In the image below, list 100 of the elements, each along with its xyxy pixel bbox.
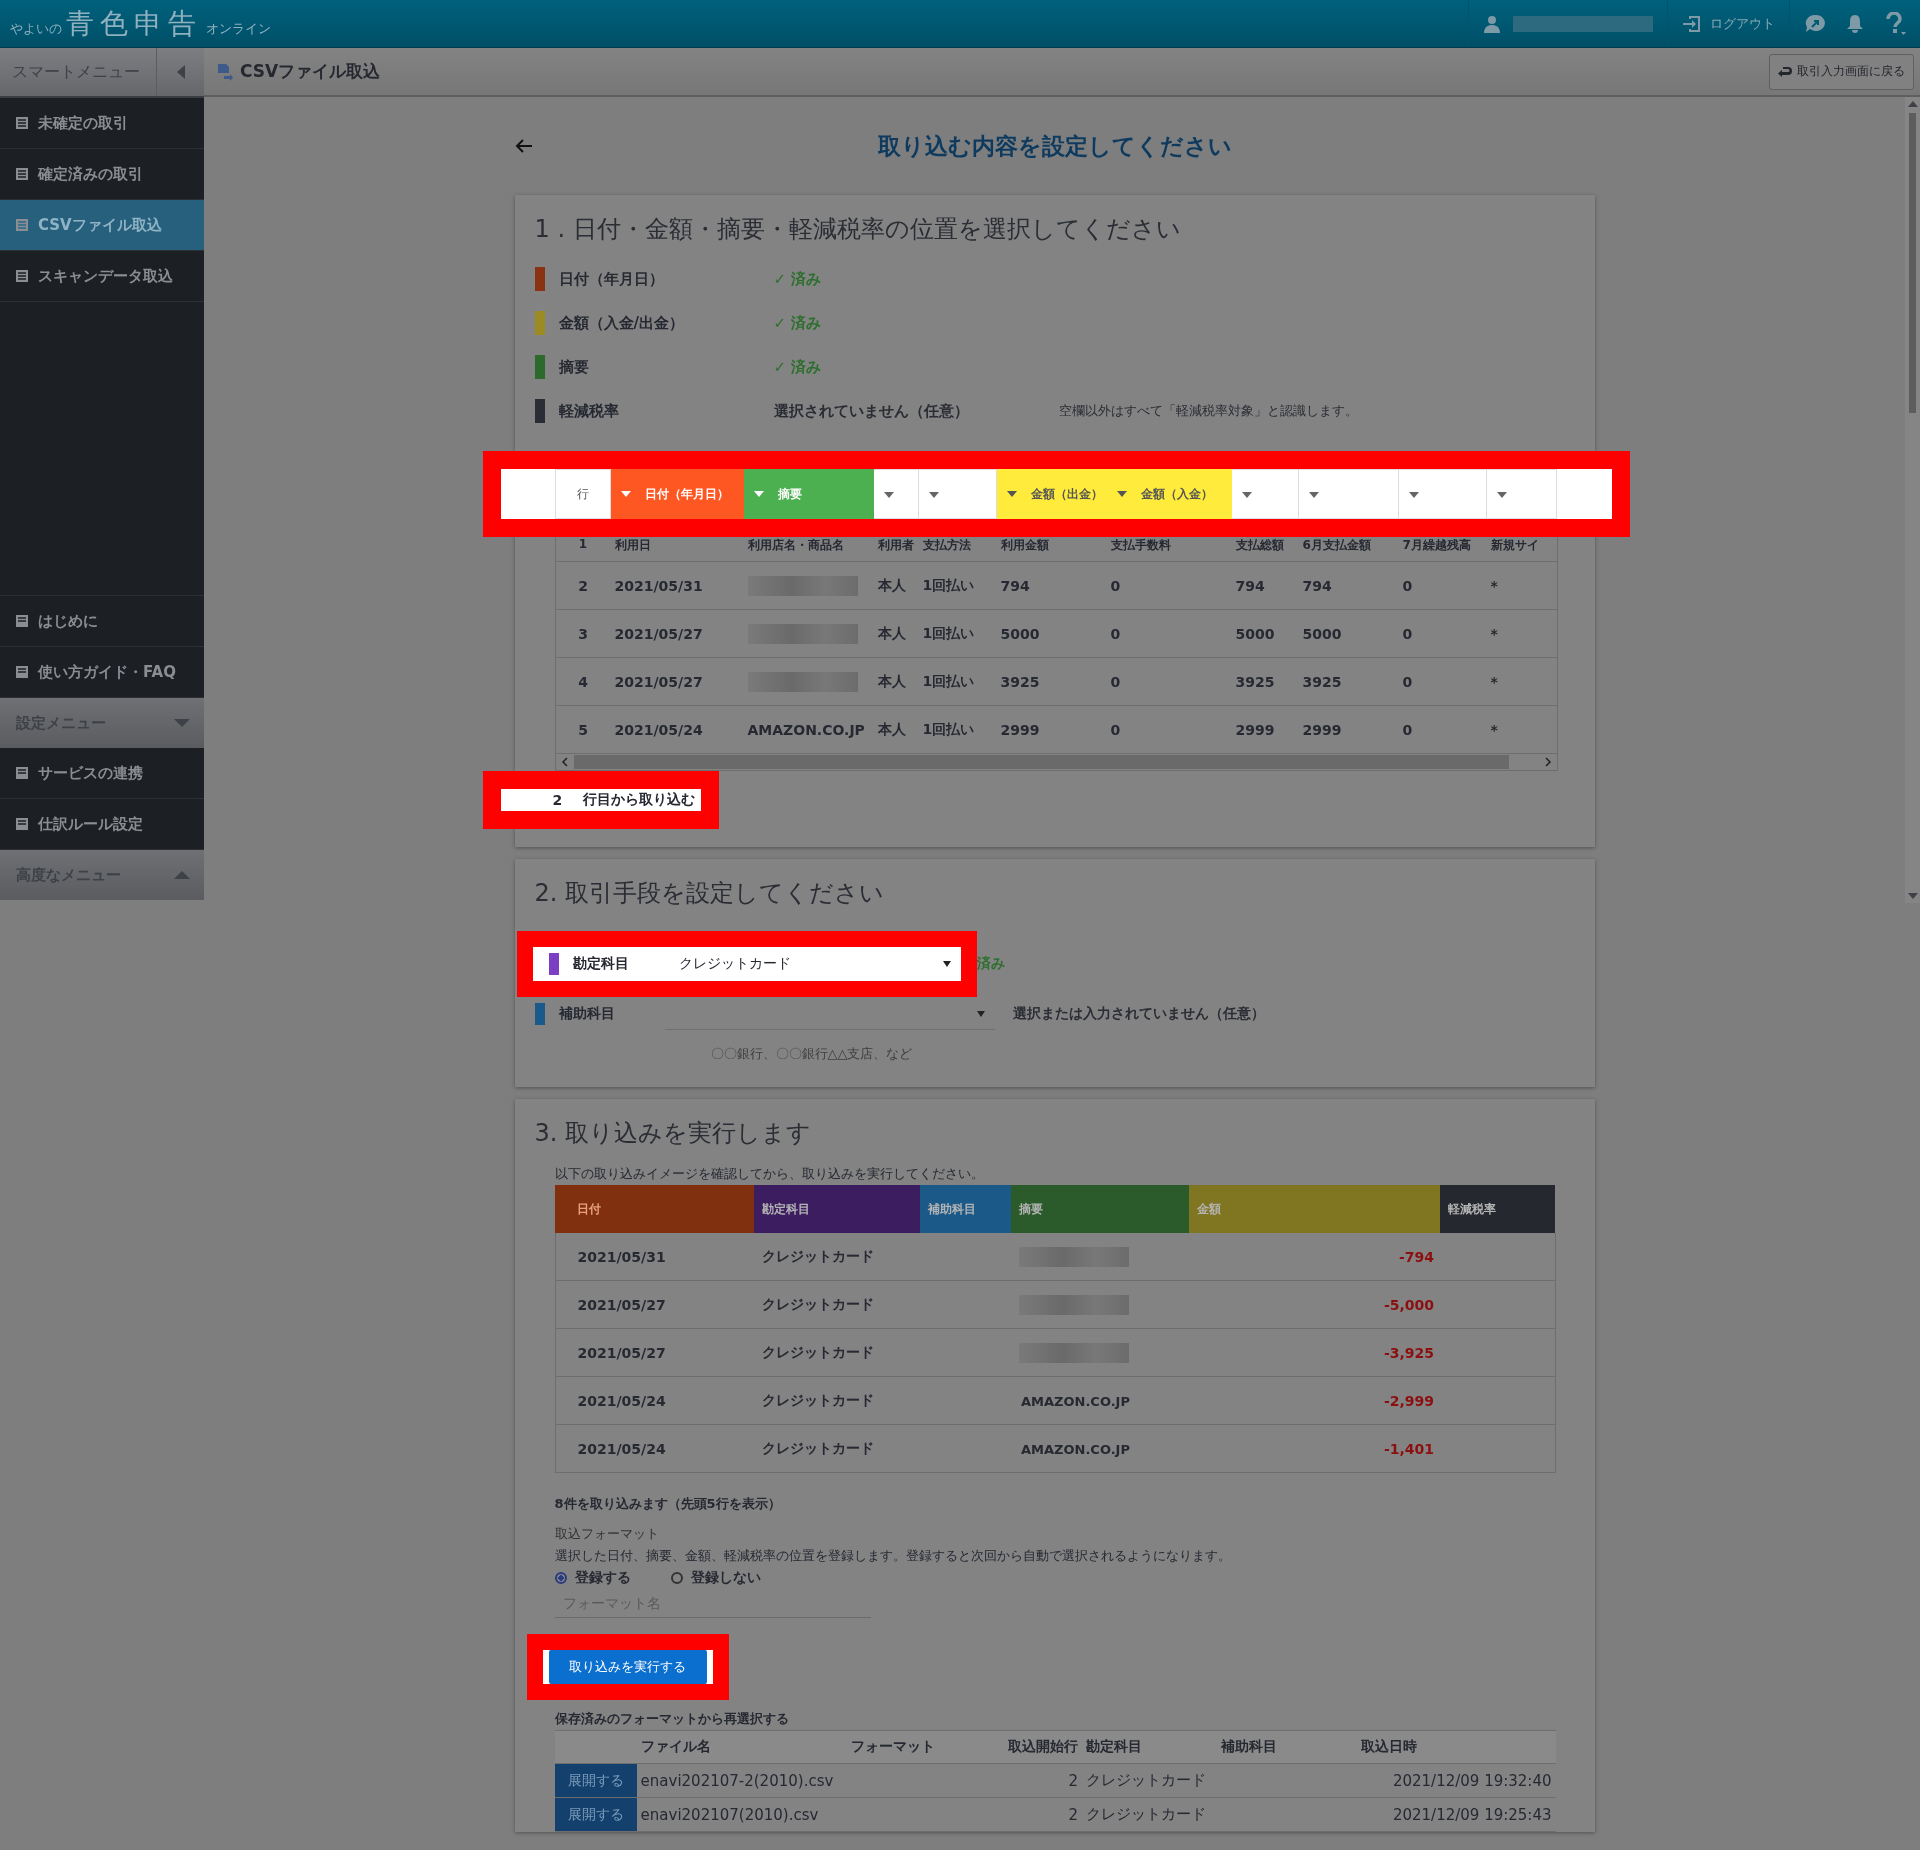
table-cell: 5: [555, 705, 611, 754]
table-cell: *: [1486, 657, 1557, 706]
table-cell: 2021/05/24: [555, 1376, 754, 1425]
scroll-left-icon[interactable]: [559, 757, 570, 767]
table-cell: 794: [1298, 561, 1399, 610]
table-cell: 支払総額: [1231, 537, 1299, 562]
table-cell: 2999: [1231, 705, 1299, 754]
field-label: 勘定科目: [572, 955, 630, 973]
caret-icon: [1006, 491, 1017, 497]
table-cell: *: [1486, 609, 1557, 658]
table-cell: enavi202107(2010).csv: [636, 1797, 847, 1832]
radio-option[interactable]: 登録しない: [670, 1569, 761, 1587]
chat-icon[interactable]: [1804, 12, 1826, 35]
table-cell: 2: [555, 561, 611, 610]
table-cell: クレジットカード: [1082, 1797, 1218, 1832]
status-text: 済み: [976, 955, 1005, 973]
table-cell: 5000: [1298, 609, 1399, 658]
column-selector[interactable]: 摘要: [743, 469, 873, 519]
column-selector[interactable]: 金額（出金）: [996, 469, 1106, 519]
column-header: 摘要: [1011, 1185, 1189, 1233]
caret-icon: [976, 1010, 985, 1017]
field-label: 補助科目: [558, 1005, 616, 1023]
column-header: 軽減税率: [1440, 1185, 1555, 1233]
back-arrow-icon[interactable]: [514, 138, 533, 154]
back-button[interactable]: 取引入力画面に戻る: [1769, 53, 1914, 90]
table-cell: 2021/12/09 19:25:43: [1357, 1797, 1556, 1832]
table-cell: 5000: [1231, 609, 1299, 658]
radio-button[interactable]: [554, 1572, 567, 1584]
section-title: 2. 取引手段を設定してください: [534, 878, 886, 909]
page-heading: 取り込む内容を設定してください: [877, 131, 1232, 161]
table-cell: -5,000: [1189, 1280, 1440, 1329]
table-cell: 支払方法: [918, 537, 997, 562]
caret-icon: [174, 871, 190, 879]
expand-button[interactable]: 展開する: [554, 1764, 637, 1797]
column-header: 補助科目: [1217, 1730, 1358, 1764]
column-selector[interactable]: 行: [555, 469, 610, 519]
table-cell: 本人: [873, 561, 919, 610]
caret-icon: [174, 719, 190, 727]
caret-icon: [883, 491, 894, 498]
status-text: ✓ 済み: [773, 313, 823, 333]
table-cell: 2999: [1298, 705, 1399, 754]
table-cell: 2021/05/31: [610, 561, 744, 610]
logo[interactable]: やよいの 青色申告 オンライン: [0, 4, 271, 43]
user-icon[interactable]: [1483, 14, 1501, 33]
table-cell: 本人: [873, 609, 919, 658]
table-cell: -3,925: [1189, 1328, 1440, 1377]
caret-icon: [1116, 491, 1127, 497]
table-cell: 2021/05/31: [555, 1233, 754, 1281]
table-cell: 2021/05/24: [555, 1424, 754, 1473]
table-cell: 3: [555, 609, 611, 658]
column-header: 取込開始行: [996, 1730, 1082, 1764]
table-cell: 794: [996, 561, 1107, 610]
table-cell: 新規サイ: [1486, 537, 1557, 562]
instruction-text: 以下の取り込みイメージを確認してから、取り込みを実行してください。: [554, 1165, 985, 1183]
logout-icon: [1682, 13, 1702, 34]
caret-icon: [928, 491, 939, 498]
section-title: 3. 取り込みを実行します: [534, 1118, 813, 1149]
field-label: 日付（年月日）: [558, 269, 665, 289]
document-icon: [14, 166, 30, 182]
table-cell-text: AMAZON.CO.JP: [1020, 1441, 1130, 1457]
page-title: CSVファイル取込: [240, 60, 381, 83]
file-import-icon: [216, 62, 234, 81]
radio-button[interactable]: [670, 1572, 683, 1584]
account-dropdown[interactable]: クレジットカード: [678, 949, 961, 979]
scrollbar[interactable]: [1905, 97, 1920, 903]
table-cell: 2021/05/24: [610, 705, 744, 754]
column-selector[interactable]: [873, 469, 918, 519]
bell-icon[interactable]: [1846, 13, 1864, 34]
table-cell: 2: [996, 1763, 1082, 1798]
table-cell: 6月支払金額: [1298, 537, 1399, 562]
table-cell: 0: [1106, 561, 1232, 610]
scroll-right-icon[interactable]: [1542, 757, 1553, 767]
execute-button[interactable]: 取り込みを実行する: [548, 1650, 707, 1684]
column-header: 補助科目: [920, 1185, 1011, 1233]
table-cell: 0: [1398, 561, 1487, 610]
sidebar-item[interactable]: CSVファイル取込: [0, 200, 204, 251]
table-cell: 1回払い: [918, 705, 997, 754]
document-icon: [14, 613, 30, 629]
column-selector[interactable]: 日付（年月日）: [610, 469, 743, 519]
table-cell: クレジットカード: [754, 1233, 920, 1281]
field-label: 金額（入金/出金）: [558, 313, 685, 333]
description-text: 選択した日付、摘要、金額、軽減税率の位置を登録します。登録すると次回から自動で選択されるようになります。: [554, 1547, 1232, 1565]
logout-button[interactable]: ログアウト: [1682, 13, 1775, 34]
radio-option[interactable]: 登録する: [554, 1569, 631, 1587]
table-cell: 7月繰越残高: [1398, 537, 1487, 562]
document-icon: [14, 268, 30, 284]
caret-icon: [176, 65, 185, 79]
caret-icon: [620, 491, 631, 497]
status-text: 選択されていません（任意）: [773, 401, 970, 421]
table-cell: クレジットカード: [754, 1328, 920, 1377]
caret-icon: [1408, 491, 1419, 498]
table-cell: 1回払い: [918, 609, 997, 658]
status-text: ✓ 済み: [773, 357, 823, 377]
table-cell: 本人: [873, 657, 919, 706]
help-icon[interactable]: [1884, 11, 1906, 36]
expand-button[interactable]: 展開する: [554, 1798, 637, 1831]
start-row-field[interactable]: 2: [552, 792, 563, 808]
status-text: 選択または入力されていません（任意）: [1012, 1005, 1265, 1023]
column-selector[interactable]: 金額（入金）: [1106, 469, 1231, 519]
caret-icon: [1496, 491, 1507, 498]
